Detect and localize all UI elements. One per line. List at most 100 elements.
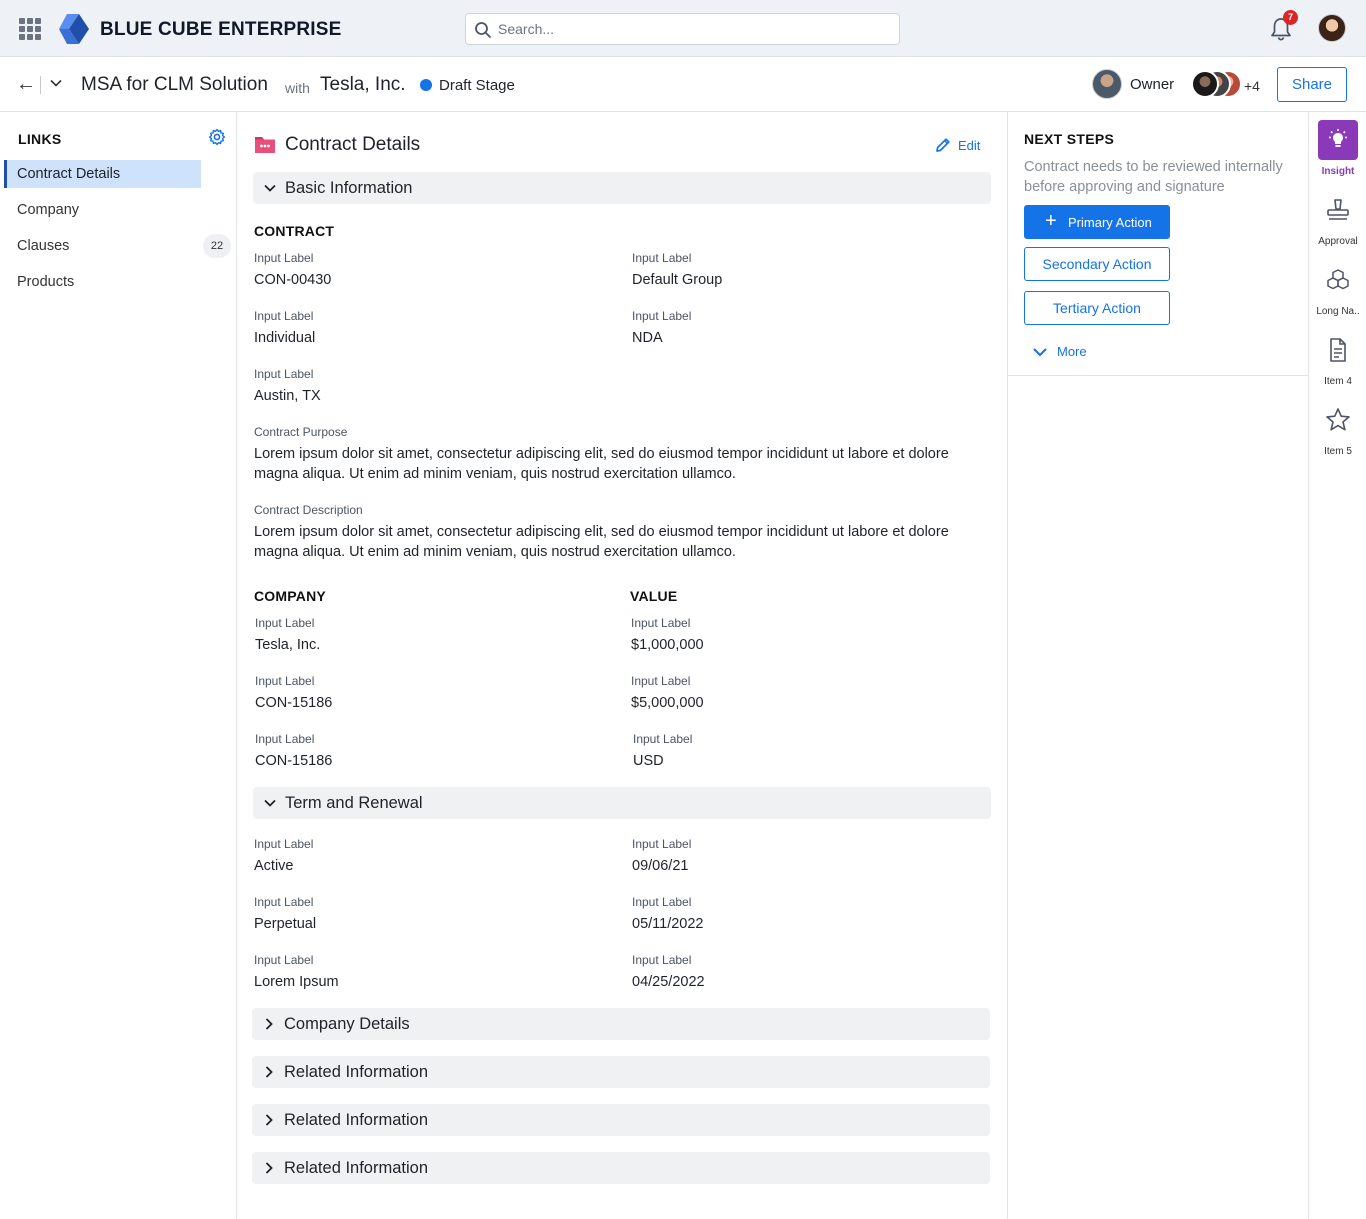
owner-avatar[interactable] xyxy=(1092,69,1122,99)
clauses-count-badge: 22 xyxy=(203,234,231,258)
rail-item-long-name[interactable]: Long Na.. xyxy=(1309,260,1366,317)
link-company[interactable]: Company xyxy=(4,196,201,224)
edit-label: Edit xyxy=(958,137,981,153)
field-label: Input Label xyxy=(632,953,692,967)
more-collaborators-count[interactable]: +4 xyxy=(1244,78,1260,94)
field-label: Input Label xyxy=(631,674,691,688)
rail-label: Item 4 xyxy=(1324,376,1352,387)
link-products[interactable]: Products xyxy=(4,268,201,296)
field-value: $1,000,000 xyxy=(631,637,704,653)
accordion-related-information[interactable]: Related Information xyxy=(252,1152,990,1184)
field-value: Perpetual xyxy=(254,916,317,932)
accordion-label: Related Information xyxy=(284,1111,428,1129)
rail-item-4[interactable]: Item 4 xyxy=(1309,330,1366,387)
accordion-related-information[interactable]: Related Information xyxy=(252,1056,990,1088)
star-icon xyxy=(1318,400,1358,440)
accordion-label: Related Information xyxy=(284,1159,428,1177)
tertiary-action-button[interactable]: Tertiary Action xyxy=(1024,291,1170,325)
cubes-icon xyxy=(1318,260,1358,300)
record-title: MSA for CLM Solution xyxy=(81,74,268,95)
accordion-basic-information[interactable]: Basic Information xyxy=(253,172,991,204)
field-value: CON-00430 xyxy=(254,272,332,288)
accordion-term-and-renewal[interactable]: Term and Renewal xyxy=(253,787,991,819)
top-bar: BLUE CUBE ENTERPRISE 7 xyxy=(0,0,1366,57)
header-divider xyxy=(40,76,41,94)
back-arrow-icon[interactable]: ← xyxy=(16,74,36,94)
field-label: Input Label xyxy=(255,674,315,688)
chevron-down-icon xyxy=(264,184,276,192)
field-value: Individual xyxy=(254,330,316,346)
gear-icon[interactable] xyxy=(208,128,226,146)
field-value: Austin, TX xyxy=(254,388,321,404)
secondary-action-button[interactable]: Secondary Action xyxy=(1024,247,1170,281)
purpose-label: Contract Purpose xyxy=(254,425,348,439)
search-box[interactable] xyxy=(465,13,900,45)
rail-item-approval[interactable]: Approval xyxy=(1309,190,1366,247)
edit-button[interactable]: Edit xyxy=(934,136,980,154)
user-avatar[interactable] xyxy=(1318,14,1346,42)
chevron-right-icon xyxy=(265,1114,273,1126)
brand-name: BLUE CUBE ENTERPRISE xyxy=(100,19,342,40)
accordion-company-details[interactable]: Company Details xyxy=(252,1008,990,1040)
links-title: LINKS xyxy=(18,131,62,147)
field-label: Input Label xyxy=(632,251,692,265)
next-steps-description: Contract needs to be reviewed internally… xyxy=(1024,159,1283,195)
field-label: Input Label xyxy=(631,616,691,630)
chevron-right-icon xyxy=(265,1018,273,1030)
field-label: Input Label xyxy=(255,732,315,746)
accordion-label: Term and Renewal xyxy=(285,794,423,812)
primary-action-button[interactable]: + Primary Action xyxy=(1024,205,1170,239)
rail-item-insight[interactable]: Insight xyxy=(1309,120,1366,177)
app-launcher-icon[interactable] xyxy=(19,18,41,40)
collaborator-avatar[interactable] xyxy=(1191,70,1219,98)
lightbulb-icon xyxy=(1318,120,1358,160)
share-button[interactable]: Share xyxy=(1277,67,1347,102)
pencil-icon xyxy=(936,138,950,152)
chevron-right-icon xyxy=(265,1162,273,1174)
field-label: Input Label xyxy=(254,251,314,265)
rail-label: Long Na.. xyxy=(1316,306,1360,317)
field-label: Input Label xyxy=(255,616,315,630)
field-value: 04/25/2022 xyxy=(632,974,705,990)
description-text: Lorem ipsum dolor sit amet, consectetur … xyxy=(254,524,949,560)
field-value: CON-15186 xyxy=(255,753,333,769)
field-value: Default Group xyxy=(632,272,723,288)
owner-label: Owner xyxy=(1130,76,1175,93)
rail-label: Item 5 xyxy=(1324,446,1352,457)
field-label: Input Label xyxy=(633,732,693,746)
rail-label: Approval xyxy=(1318,236,1358,247)
field-label: Input Label xyxy=(254,953,314,967)
rail-item-5[interactable]: Item 5 xyxy=(1309,400,1366,457)
field-value: 09/06/21 xyxy=(632,858,689,874)
link-clauses[interactable]: Clauses xyxy=(4,232,201,260)
chevron-down-icon[interactable] xyxy=(50,77,62,89)
with-label: with xyxy=(285,80,310,96)
chevron-right-icon xyxy=(265,1066,273,1078)
field-value: CON-15186 xyxy=(255,695,333,711)
next-steps-card: NEXT STEPS Contract needs to be reviewed… xyxy=(1008,112,1308,376)
document-icon xyxy=(1318,330,1358,370)
field-value: Active xyxy=(254,858,294,874)
utility-rail: Insight Approval Long Na.. Item 4 Item 5 xyxy=(1308,112,1366,1219)
field-value: NDA xyxy=(632,330,663,346)
accordion-related-information[interactable]: Related Information xyxy=(252,1104,990,1136)
record-header: ← MSA for CLM Solution with Tesla, Inc. … xyxy=(0,57,1366,112)
accordion-label: Basic Information xyxy=(285,179,413,197)
link-contract-details[interactable]: Contract Details xyxy=(4,160,201,188)
counterparty-name[interactable]: Tesla, Inc. xyxy=(320,74,406,96)
stage-label: Draft Stage xyxy=(439,77,515,94)
description-label: Contract Description xyxy=(254,503,363,517)
folder-icon xyxy=(255,137,275,153)
search-input[interactable] xyxy=(498,19,888,39)
more-label: More xyxy=(1057,344,1087,359)
more-button[interactable]: More xyxy=(1032,344,1087,359)
next-steps-panel: NEXT STEPS Contract needs to be reviewed… xyxy=(1007,112,1308,1219)
chevron-down-icon xyxy=(1033,347,1047,356)
stage-status-dot xyxy=(420,79,432,91)
accordion-label: Related Information xyxy=(284,1063,428,1081)
field-label: Input Label xyxy=(254,895,314,909)
field-value: 05/11/2022 xyxy=(632,916,704,932)
accordion-label: Company Details xyxy=(284,1015,410,1033)
field-value: $5,000,000 xyxy=(631,695,704,711)
contract-details-panel: Contract Details Edit Basic Information … xyxy=(238,112,1006,1219)
